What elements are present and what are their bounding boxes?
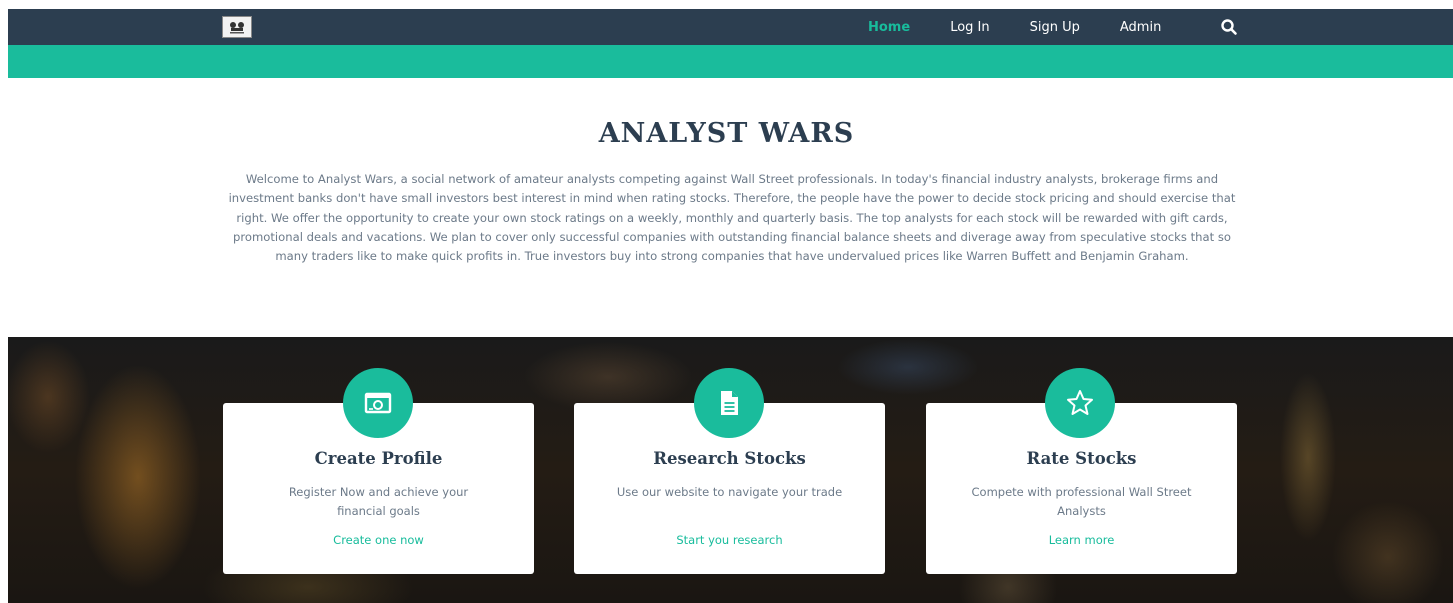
search-icon[interactable] [1220, 18, 1238, 36]
document-icon [721, 391, 738, 415]
feature-description: Compete with professional Wall Street An… [971, 485, 1192, 518]
feature-icon-circle-research [694, 368, 764, 438]
page-title: ANALYST WARS [598, 118, 855, 149]
feature-description: Register Now and achieve your financial … [288, 485, 469, 518]
create-profile-link[interactable]: Create one now [223, 533, 534, 547]
feature-description: Use our website to navigate your trade [616, 485, 843, 499]
learn-more-link[interactable]: Learn more [926, 533, 1237, 547]
start-research-link[interactable]: Start you research [574, 533, 885, 547]
feature-title: Research Stocks [653, 449, 806, 468]
star-icon [1067, 390, 1093, 415]
feature-title: Create Profile [314, 449, 443, 468]
nav-admin-link[interactable]: Admin [1120, 20, 1161, 35]
feature-icon-circle-profile [343, 368, 413, 438]
logo[interactable] [222, 16, 252, 38]
nav-home-link[interactable]: Home [868, 20, 910, 35]
intro-paragraph: Welcome to Analyst Wars, a social networ… [228, 172, 1236, 264]
nav-signup-link[interactable]: Sign Up [1030, 20, 1080, 35]
profile-card-icon [364, 392, 392, 414]
navbar: Home Log In Sign Up Admin [8, 9, 1453, 45]
feature-title: Rate Stocks [1026, 449, 1137, 468]
header-banner [8, 45, 1453, 78]
analyst-wars-logo-icon [227, 19, 247, 35]
nav-links: Home Log In Sign Up Admin [868, 9, 1201, 45]
feature-icon-circle-rate [1045, 368, 1115, 438]
page: Home Log In Sign Up Admin ANALYST WARS W… [0, 0, 1453, 603]
nav-login-link[interactable]: Log In [950, 20, 989, 35]
